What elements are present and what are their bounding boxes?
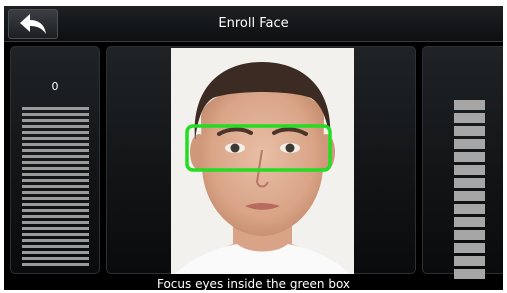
progress-bar-segment: [22, 257, 89, 260]
progress-bar-segment: [22, 239, 89, 242]
progress-bar-segment: [22, 221, 89, 224]
progress-bar-segment: [454, 152, 485, 162]
progress-bar-segment: [22, 251, 89, 254]
back-arrow-icon: [20, 14, 46, 34]
progress-bar-segment: [454, 217, 485, 227]
progress-bar-segment: [22, 179, 89, 182]
progress-bar-segment: [22, 161, 89, 164]
camera-panel: [106, 46, 416, 274]
progress-bar-segment: [22, 167, 89, 170]
device-screen: Enroll Face 0 Focus eyes inside the gree…: [4, 6, 503, 290]
progress-bar-segment: [22, 149, 89, 152]
progress-bar-segment: [454, 139, 485, 149]
page-title: Enroll Face: [218, 16, 289, 31]
progress-bar-segment: [22, 233, 89, 236]
progress-bar-segment: [22, 173, 89, 176]
progress-bar-segment: [454, 243, 485, 253]
instruction-text: Focus eyes inside the green box: [156, 277, 351, 290]
capture-counter: 0: [51, 80, 59, 93]
progress-bar-segment: [22, 227, 89, 230]
progress-bar-segment: [454, 126, 485, 136]
progress-bar-segment: [22, 185, 89, 188]
progress-bar-segment: [454, 256, 485, 266]
right-progress-panel: [422, 46, 503, 279]
progress-bar-segment: [454, 100, 485, 110]
left-progress-panel: 0: [10, 46, 100, 274]
progress-bar-segment: [22, 113, 89, 116]
progress-bar-segment: [454, 165, 485, 175]
progress-bar-segment: [454, 178, 485, 188]
progress-bar-segment: [22, 203, 89, 206]
progress-bar-segment: [454, 204, 485, 214]
progress-bar-segment: [22, 119, 89, 122]
progress-bar-segment: [454, 113, 485, 123]
progress-bar-segment: [22, 107, 89, 110]
progress-bar-segment: [22, 137, 89, 140]
progress-bar-segment: [22, 143, 89, 146]
progress-bar-segment: [22, 155, 89, 158]
progress-bar-segment: [22, 263, 89, 266]
header-bar: Enroll Face: [4, 6, 503, 42]
progress-bar-segment: [22, 131, 89, 134]
right-progress-bars: [454, 100, 485, 282]
camera-preview: [171, 48, 354, 274]
progress-bar-segment: [22, 191, 89, 194]
progress-bar-segment: [22, 197, 89, 200]
progress-bar-segment: [22, 209, 89, 212]
progress-bar-segment: [22, 125, 89, 128]
left-progress-bars: [22, 107, 89, 269]
progress-bar-segment: [22, 245, 89, 248]
progress-bar-segment: [22, 215, 89, 218]
progress-bar-segment: [454, 191, 485, 201]
face-preview: [171, 48, 354, 274]
progress-bar-segment: [454, 230, 485, 240]
back-button[interactable]: [8, 9, 58, 39]
